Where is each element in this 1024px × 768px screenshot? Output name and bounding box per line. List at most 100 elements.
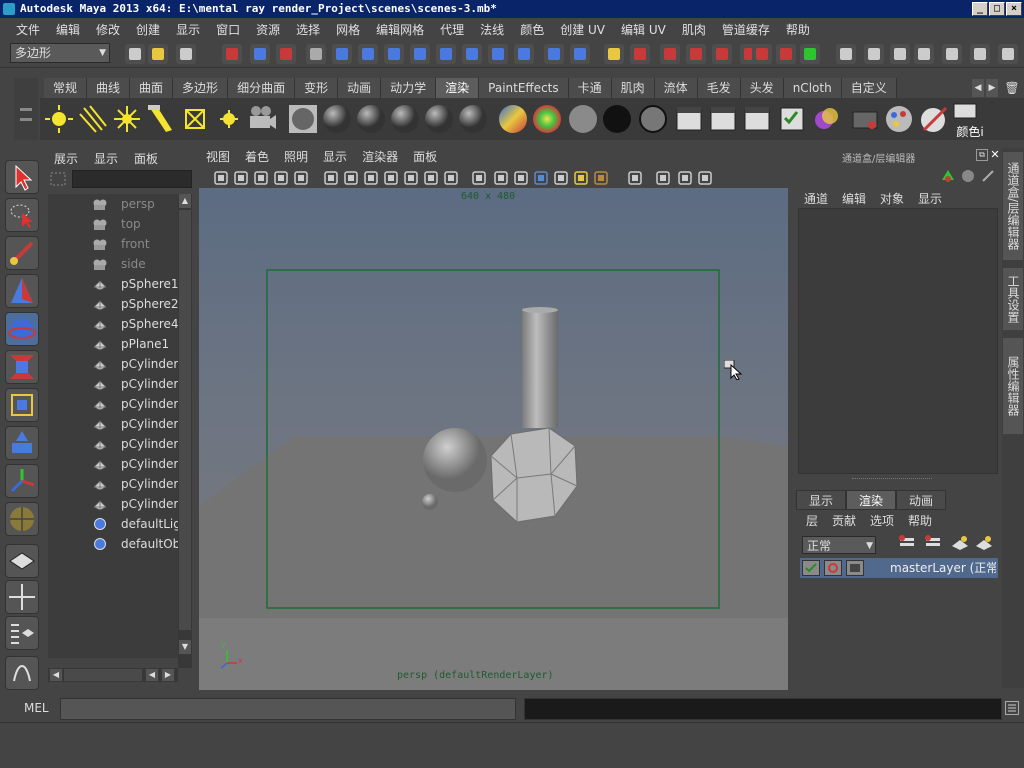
construction-history-icon[interactable] <box>488 44 508 64</box>
hypershade-window-icon[interactable] <box>810 102 844 136</box>
layer-render-icon[interactable] <box>824 560 842 576</box>
shelf-tab[interactable]: 常规 <box>44 78 88 98</box>
perspective-viewport[interactable]: 640 x 480 persp (defaultRenderLayer) y x <box>199 188 788 690</box>
use-lights-icon[interactable] <box>572 169 590 187</box>
ipr-icon[interactable] <box>544 44 564 64</box>
select-tool-icon[interactable] <box>5 160 39 194</box>
select-camera-icon[interactable] <box>212 169 230 187</box>
shelf-tab[interactable]: 变形 <box>295 78 339 98</box>
shelf-grip[interactable] <box>14 78 38 140</box>
hypershade-icon[interactable] <box>286 102 320 136</box>
outliner-menu-item[interactable]: 显示 <box>94 150 118 168</box>
film-gate-icon[interactable] <box>362 169 380 187</box>
menu-item[interactable]: 代理 <box>432 21 472 38</box>
outliner-item[interactable]: defaultObj <box>48 534 178 554</box>
menu-item[interactable]: 显示 <box>168 21 208 38</box>
two-d-pan-icon[interactable] <box>322 169 340 187</box>
shadows-icon[interactable] <box>592 169 610 187</box>
menu-item[interactable]: 管道缓存 <box>714 21 778 38</box>
viewport-menu-item[interactable]: 渲染器 <box>362 148 398 168</box>
render-globals-icon[interactable] <box>570 44 590 64</box>
isolate-select-icon[interactable] <box>654 169 672 187</box>
layer-editor-menu-item[interactable]: 帮助 <box>908 512 932 529</box>
select-object-icon[interactable] <box>250 44 270 64</box>
layer-editor-tab[interactable]: 动画 <box>896 490 947 510</box>
sidebar-d-icon[interactable] <box>890 44 910 64</box>
menu-item[interactable]: 创建 <box>128 21 168 38</box>
snap-curve-icon[interactable] <box>358 44 378 64</box>
move-tool-icon[interactable] <box>5 274 39 308</box>
attribute-toggle-icon[interactable] <box>980 168 996 184</box>
menu-item[interactable]: 文件 <box>8 21 48 38</box>
outliner-item[interactable]: defaultLigl <box>48 514 178 534</box>
menu-item[interactable]: 编辑 <box>48 21 88 38</box>
viewport-scene[interactable] <box>199 188 788 690</box>
outliner-item[interactable]: pCylinder4 <box>48 394 178 414</box>
render-layer-new-icon[interactable] <box>974 534 994 552</box>
shelf-tab[interactable]: 动画 <box>338 78 382 98</box>
shelf-tab[interactable]: 动力学 <box>381 78 437 98</box>
outliner-menu-item[interactable]: 展示 <box>54 150 78 168</box>
scroll-right-icon[interactable]: ▶ <box>162 669 174 681</box>
scroll-up-icon[interactable]: ▲ <box>179 194 191 208</box>
menu-item[interactable]: 编辑网格 <box>368 21 432 38</box>
sidebar-c-icon[interactable] <box>864 44 884 64</box>
resolution-gate-icon[interactable] <box>382 169 400 187</box>
save-scene-icon[interactable] <box>176 44 196 64</box>
paint-icon[interactable] <box>882 102 916 136</box>
scroll-left-icon[interactable]: ◀ <box>50 669 62 681</box>
directional-light-icon[interactable] <box>76 102 110 136</box>
sidebar-b-icon[interactable] <box>836 44 856 64</box>
menu-item[interactable]: 修改 <box>88 21 128 38</box>
grid-icon[interactable] <box>342 169 360 187</box>
outliner-item[interactable]: pCylinder3 <box>48 374 178 394</box>
new-layer-selected-icon[interactable] <box>924 534 944 552</box>
sidebar-g-icon[interactable] <box>970 44 990 64</box>
outliner-vscroll-thumb[interactable] <box>179 210 191 630</box>
four-view-layout-icon[interactable] <box>5 580 39 614</box>
minimize-button[interactable]: _ <box>972 2 988 16</box>
input-ops-icon[interactable] <box>462 44 482 64</box>
snap-plane-icon[interactable] <box>410 44 430 64</box>
universal-manipulator-icon[interactable] <box>5 388 39 422</box>
viewport-menu-item[interactable]: 显示 <box>323 148 347 168</box>
outliner-layout-icon[interactable] <box>5 616 39 650</box>
point-light-icon[interactable] <box>42 102 76 136</box>
textured-icon[interactable] <box>552 169 570 187</box>
grease-pencil-icon[interactable] <box>292 169 310 187</box>
rotate-tool-icon[interactable] <box>5 312 39 346</box>
viewport-menu-item[interactable]: 面板 <box>413 148 437 168</box>
smooth-shade-icon[interactable] <box>512 169 530 187</box>
select-hierarchy-icon[interactable] <box>222 44 242 64</box>
shelf-tab[interactable]: 曲面 <box>130 78 174 98</box>
hotbox-lock-icon[interactable] <box>630 44 650 64</box>
help-icon[interactable] <box>604 44 624 64</box>
layer-editor-menu-item[interactable]: 层 <box>806 512 818 529</box>
shelf-tab[interactable]: 自定义 <box>841 78 897 98</box>
channelbox-menu-item[interactable]: 编辑 <box>842 190 866 207</box>
outliner-item[interactable]: pSphere1 <box>48 274 178 294</box>
channelbox-menu-item[interactable]: 对象 <box>880 190 904 207</box>
layered-shader-icon[interactable] <box>496 102 530 136</box>
menu-item[interactable]: 编辑 UV <box>613 21 674 38</box>
shelf-tab[interactable]: 头发 <box>740 78 784 98</box>
shelf-scroll-right-icon[interactable]: ▶ <box>986 79 998 97</box>
menu-item[interactable]: 帮助 <box>778 21 818 38</box>
outliner-menu-item[interactable]: 面板 <box>134 150 158 168</box>
outliner-item[interactable]: pSphere2 <box>48 294 178 314</box>
graph-layout-icon[interactable] <box>5 656 39 690</box>
master-layer-row[interactable]: masterLayer (正常 <box>800 558 998 578</box>
outliner-item[interactable]: pCylinder8 <box>48 474 178 494</box>
shading-map-icon[interactable] <box>636 102 670 136</box>
outliner-filter-input[interactable] <box>72 170 192 188</box>
viewport-menu-item[interactable]: 视图 <box>206 148 230 168</box>
ramp-shader-icon[interactable] <box>530 102 564 136</box>
magnet-icon-2[interactable] <box>712 44 732 64</box>
select-component-icon[interactable] <box>276 44 296 64</box>
sidebar-f-icon[interactable] <box>942 44 962 64</box>
magnet-icon-5[interactable] <box>776 44 796 64</box>
layer-editor-tab[interactable]: 显示 <box>796 490 847 510</box>
shelf-tab[interactable]: nCloth <box>783 78 842 98</box>
menu-item[interactable]: 法线 <box>472 21 512 38</box>
sidebar-e-icon[interactable] <box>914 44 934 64</box>
